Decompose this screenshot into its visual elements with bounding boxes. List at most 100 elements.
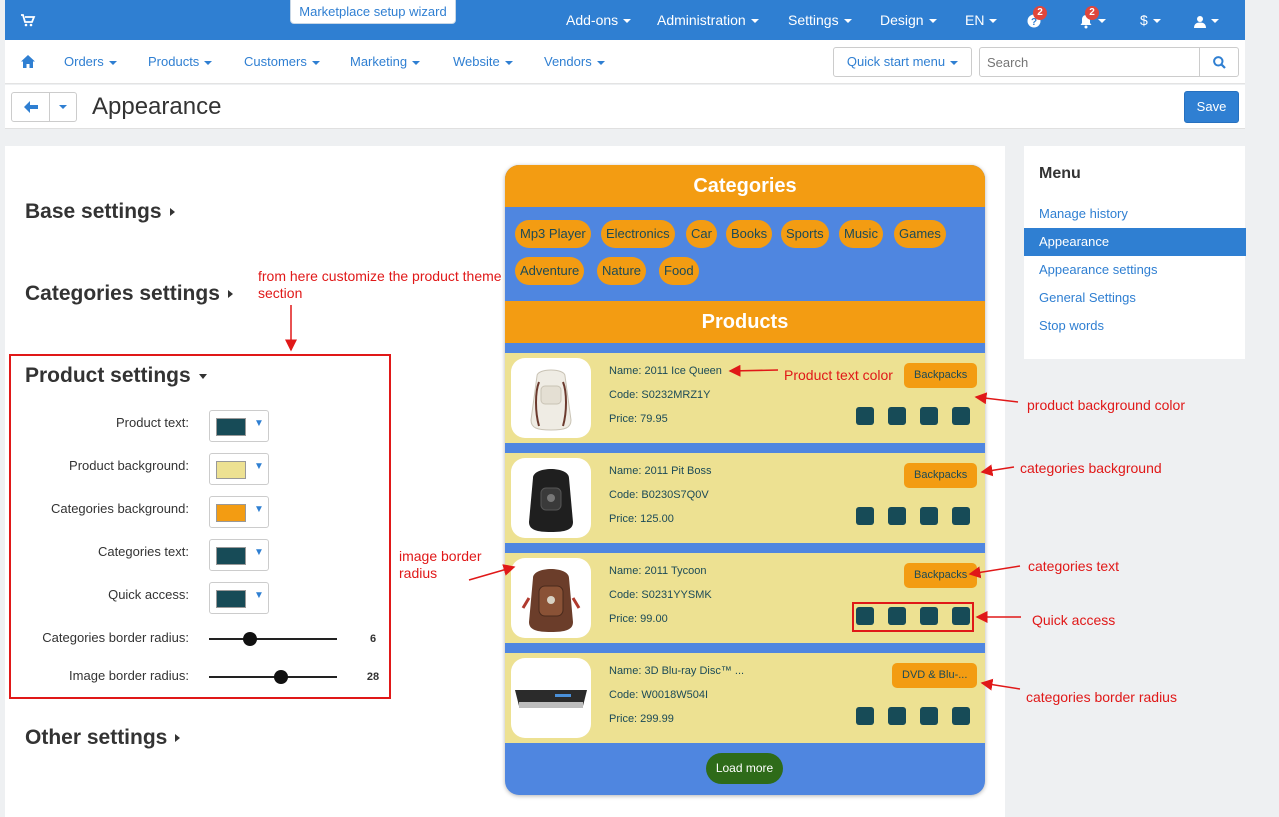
side-item-general-settings[interactable]: General Settings — [1024, 284, 1245, 312]
search-button[interactable] — [1199, 47, 1239, 77]
user-menu[interactable] — [1194, 0, 1219, 40]
quick-access-button[interactable] — [952, 407, 970, 425]
quick-access-button[interactable] — [888, 507, 906, 525]
side-item-appearance[interactable]: Appearance — [1024, 228, 1246, 256]
load-more-button[interactable]: Load more — [706, 753, 783, 784]
product-category-badge[interactable]: Backpacks — [904, 463, 978, 488]
category-chip[interactable]: Adventure — [515, 257, 585, 285]
image-border-radius-slider[interactable] — [209, 670, 337, 684]
administration-menu[interactable]: Administration — [657, 0, 759, 40]
product-card[interactable]: Name: 2011 Pit Boss Code: B0230S7Q0V Pri… — [505, 453, 985, 543]
base-settings-header[interactable]: Base settings — [25, 200, 175, 224]
addons-label: Add-ons — [566, 12, 619, 28]
side-item-stop-words[interactable]: Stop words — [1024, 312, 1245, 340]
administration-label: Administration — [657, 12, 746, 28]
language-label: EN — [965, 12, 985, 28]
annotation-customize-line1: from here customize the product theme — [258, 268, 502, 284]
categories-text-color-picker[interactable]: ▼ — [209, 539, 269, 571]
product-category-badge[interactable]: Backpacks — [904, 563, 978, 588]
product-price: Price: 99.00 — [609, 613, 668, 625]
nav-customers-label: Customers — [244, 54, 307, 69]
category-chip[interactable]: Car — [686, 220, 717, 248]
category-chip[interactable]: Games — [894, 220, 946, 248]
nav-website[interactable]: Website — [453, 40, 513, 84]
cart-icon[interactable] — [20, 12, 36, 28]
quick-access-button[interactable] — [920, 607, 938, 625]
currency-menu[interactable]: $ — [1140, 0, 1161, 40]
settings-label: Settings — [788, 12, 839, 28]
product-card[interactable]: Name: 2011 Ice Queen Code: S0232MRZ1Y Pr… — [505, 353, 985, 443]
page-title: Appearance — [92, 93, 222, 120]
category-chip[interactable]: Music — [839, 220, 883, 248]
category-chip[interactable]: Food — [659, 257, 699, 285]
product-settings-header[interactable]: Product settings — [25, 364, 207, 388]
design-menu[interactable]: Design — [880, 0, 937, 40]
quick-access-button[interactable] — [856, 407, 874, 425]
slider-thumb[interactable] — [273, 670, 288, 684]
product-category-badge[interactable]: DVD & Blu-... — [892, 663, 978, 688]
category-chip[interactable]: Mp3 Player — [515, 220, 591, 248]
annotation-categories-background: categories background — [1020, 460, 1162, 476]
color-swatch — [216, 461, 246, 479]
nav-marketing[interactable]: Marketing — [350, 40, 421, 84]
quick-access-button[interactable] — [888, 407, 906, 425]
quick-access-button[interactable] — [856, 707, 874, 725]
addons-menu[interactable]: Add-ons — [566, 0, 632, 40]
back-button[interactable] — [11, 92, 50, 122]
quick-access-button[interactable] — [952, 507, 970, 525]
categories-border-radius-value: 6 — [369, 633, 377, 645]
other-settings-header[interactable]: Other settings — [25, 726, 181, 750]
nav-vendors-label: Vendors — [544, 54, 592, 69]
categories-border-radius-slider[interactable] — [209, 632, 337, 646]
quick-access-button[interactable] — [856, 507, 874, 525]
quick-access-button[interactable] — [856, 607, 874, 625]
categories-background-color-picker[interactable]: ▼ — [209, 496, 269, 528]
product-background-color-picker[interactable]: ▼ — [209, 453, 269, 485]
quick-access-button[interactable] — [952, 707, 970, 725]
quick-access-button[interactable] — [920, 407, 938, 425]
quick-access-button[interactable] — [888, 707, 906, 725]
quick-start-menu[interactable]: Quick start menu — [833, 47, 972, 77]
color-swatch — [216, 590, 246, 608]
nav-customers[interactable]: Customers — [244, 40, 320, 84]
quick-access-color-picker[interactable]: ▼ — [209, 582, 269, 614]
side-menu-title: Menu — [1039, 165, 1081, 182]
product-name: Name: 2011 Tycoon — [609, 565, 707, 577]
category-chip[interactable]: Electronics — [601, 220, 675, 248]
back-dropdown[interactable] — [49, 92, 77, 122]
search-input[interactable] — [979, 47, 1200, 77]
product-price: Price: 125.00 — [609, 513, 674, 525]
categories-settings-header[interactable]: Categories settings — [25, 282, 233, 306]
save-button[interactable]: Save — [1184, 91, 1239, 123]
language-menu[interactable]: EN — [965, 0, 998, 40]
product-image — [511, 358, 591, 438]
settings-menu[interactable]: Settings — [788, 0, 852, 40]
setup-wizard-button[interactable]: Marketplace setup wizard — [290, 0, 456, 24]
quick-access-button[interactable] — [920, 507, 938, 525]
quick-start-label: Quick start menu — [846, 54, 946, 69]
product-settings-label: Product settings — [25, 364, 191, 387]
nav-orders[interactable]: Orders — [64, 40, 117, 84]
side-item-manage-history[interactable]: Manage history — [1024, 200, 1245, 228]
product-text-color-picker[interactable]: ▼ — [209, 410, 269, 442]
category-chip[interactable]: Sports — [781, 220, 829, 248]
category-chip[interactable]: Books — [726, 220, 773, 248]
product-name: Name: 2011 Pit Boss — [609, 465, 712, 477]
quick-access-button[interactable] — [920, 707, 938, 725]
product-settings-highlight — [9, 354, 391, 699]
arrow-left-icon — [24, 101, 38, 113]
product-name: Name: 3D Blu-ray Disc™ ... — [609, 665, 745, 677]
annotation-image-radius-line1: image border — [399, 548, 482, 564]
product-card[interactable]: Name: 2011 Tycoon Code: S0231YYSMK Price… — [505, 553, 985, 643]
side-item-appearance-settings[interactable]: Appearance settings — [1024, 256, 1245, 284]
slider-thumb[interactable] — [242, 632, 257, 646]
nav-products[interactable]: Products — [148, 40, 213, 84]
home-icon[interactable] — [21, 55, 35, 68]
quick-access-button[interactable] — [888, 607, 906, 625]
product-card[interactable]: Name: 3D Blu-ray Disc™ ... Code: W0018W5… — [505, 653, 985, 743]
product-category-badge[interactable]: Backpacks — [904, 363, 978, 388]
nav-vendors[interactable]: Vendors — [544, 40, 605, 84]
category-chip[interactable]: Nature — [597, 257, 647, 285]
quick-access-button[interactable] — [952, 607, 970, 625]
side-menu: Menu Manage history Appearance Appearanc… — [1024, 146, 1246, 359]
